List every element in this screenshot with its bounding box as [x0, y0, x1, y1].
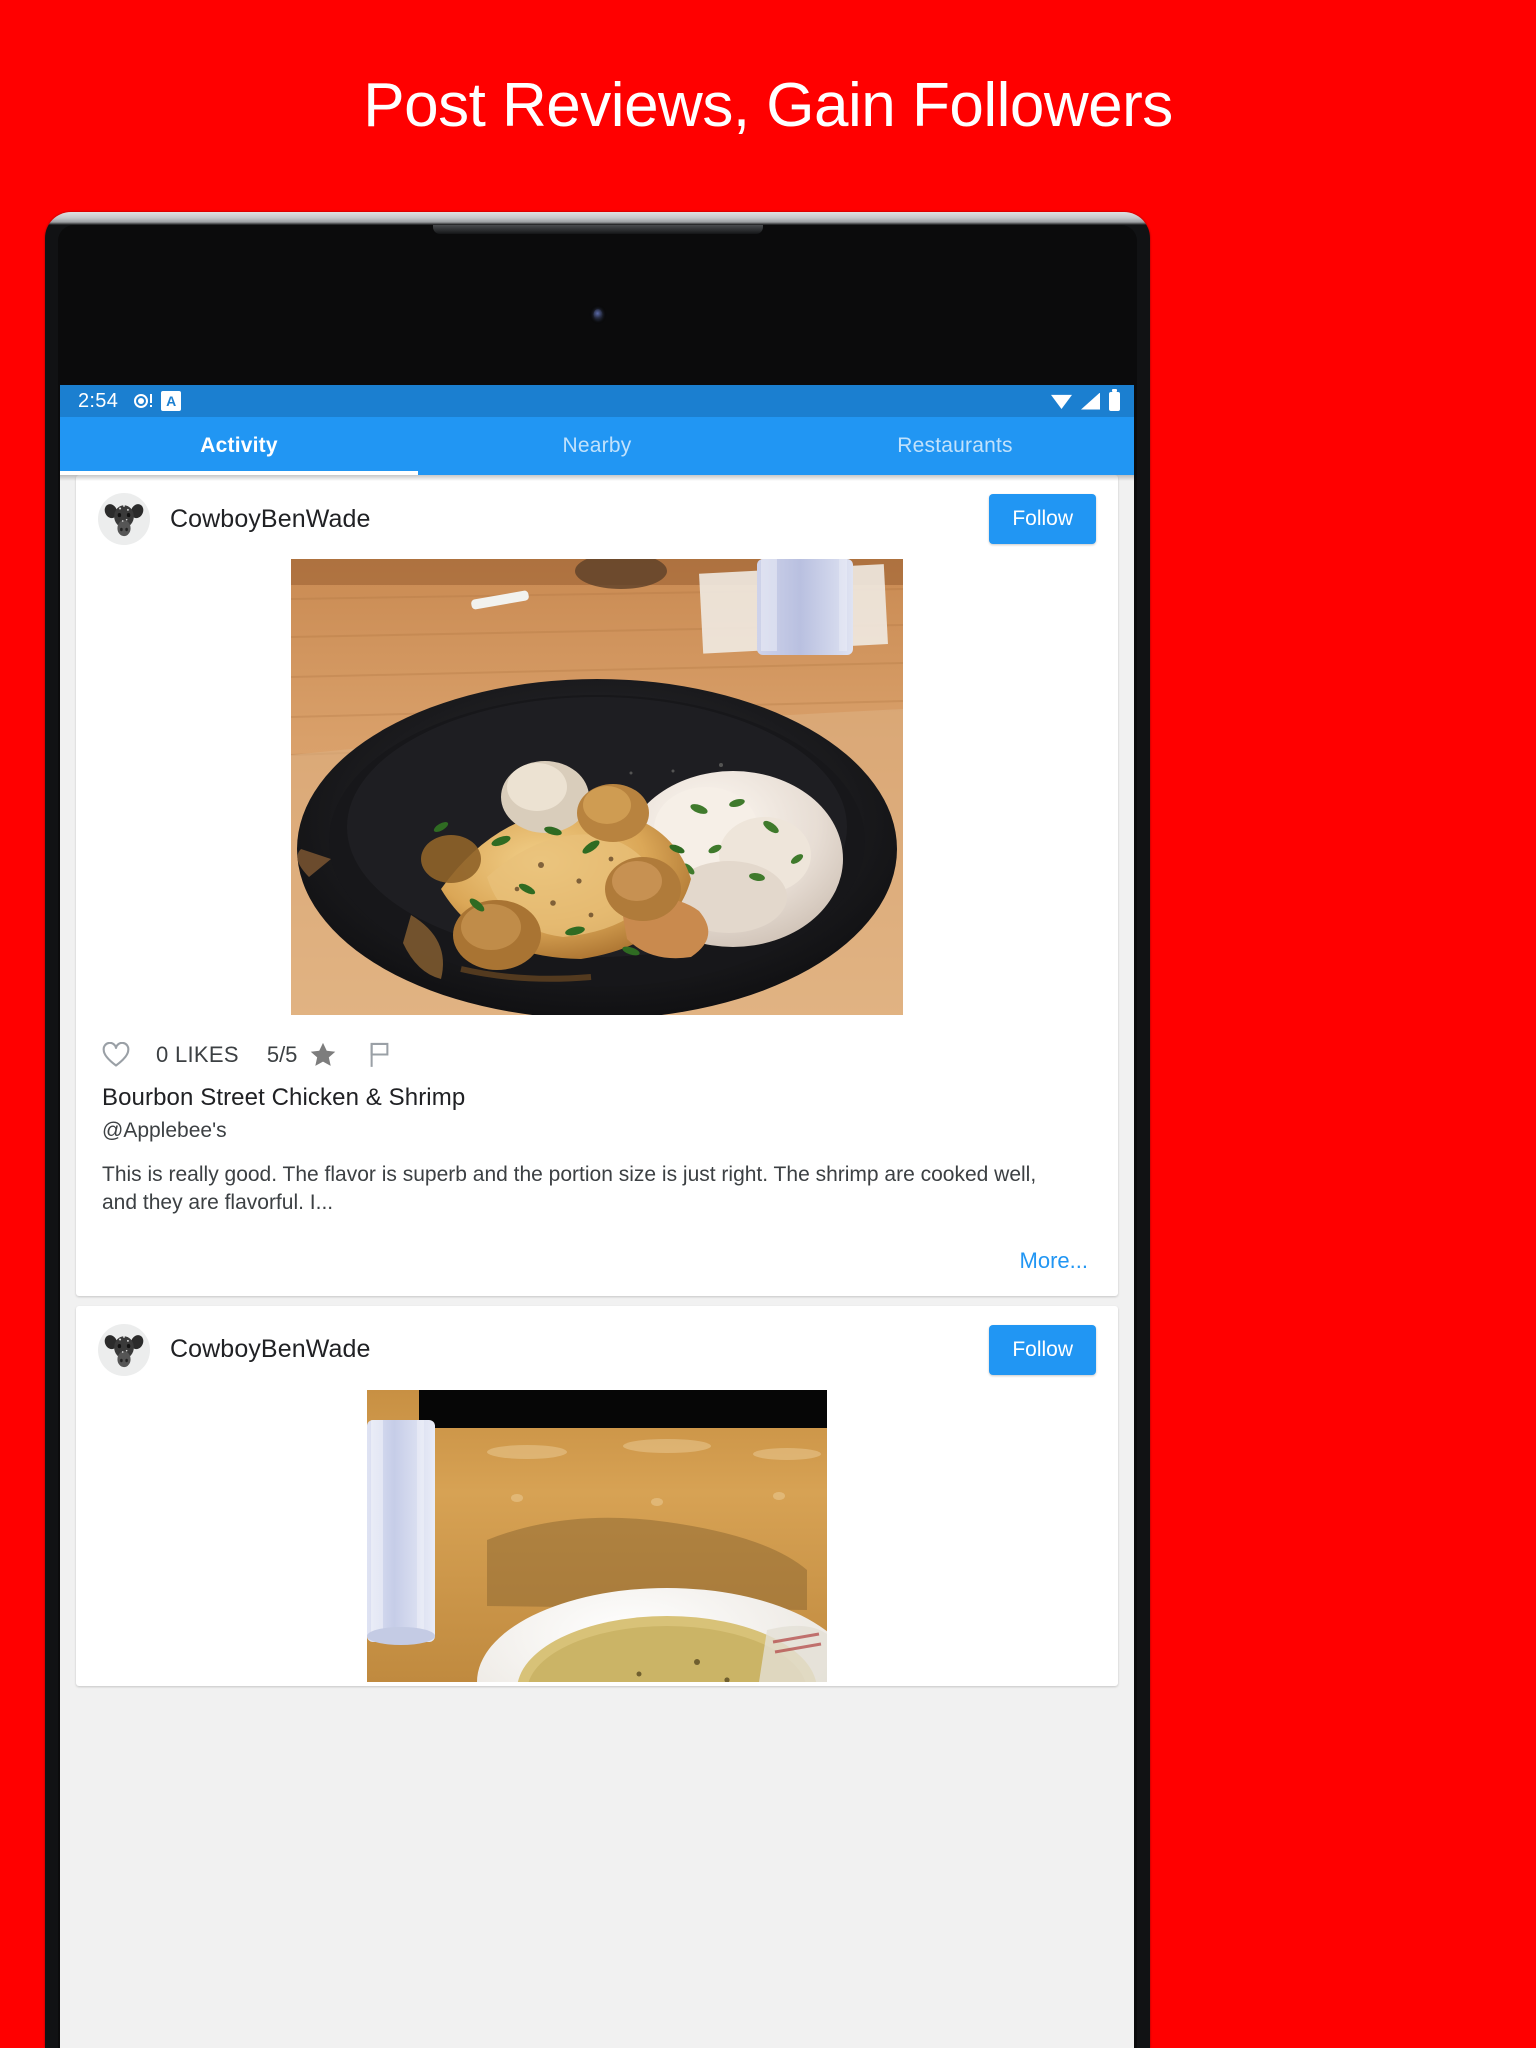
- cow-head-icon: [104, 504, 144, 537]
- tab-bar: Activity Nearby Restaurants: [60, 417, 1134, 475]
- post-header: CowboyBenWade Follow: [76, 1306, 1118, 1390]
- post-photo[interactable]: [367, 1389, 827, 1682]
- more-row: More...: [76, 1218, 1118, 1296]
- review-title: Bourbon Street Chicken & Shrimp: [102, 1084, 466, 1111]
- cow-head-icon: [104, 1334, 144, 1367]
- status-bar-right-icons: [1051, 388, 1120, 411]
- avatar[interactable]: [98, 1323, 150, 1376]
- post-username[interactable]: CowboyBenWade: [170, 1335, 370, 1364]
- avatar[interactable]: [98, 493, 150, 545]
- app-screen: 2:54 A Activity Nearby Restaurants Cowbo…: [60, 385, 1134, 2048]
- post-photo-container: [76, 559, 1118, 1019]
- tablet-device-frame: 2:54 A Activity Nearby Restaurants Cowbo…: [45, 212, 1150, 2048]
- status-bar-left-icons: A: [132, 391, 182, 411]
- page-title: Post Reviews, Gain Followers: [363, 70, 1173, 140]
- tab-restaurants[interactable]: Restaurants: [776, 417, 1134, 475]
- signal-icon: [1081, 392, 1100, 410]
- review-body: This is really good. The flavor is super…: [102, 1163, 1037, 1215]
- review-place: @Applebee's: [102, 1119, 227, 1142]
- activity-feed[interactable]: CowboyBenWade Follow 0 LIKES 5/5 Bourbon…: [60, 475, 1134, 2048]
- tab-nearby[interactable]: Nearby: [418, 417, 776, 475]
- rating-star-icon[interactable]: [309, 1041, 337, 1068]
- tab-activity[interactable]: Activity: [60, 417, 418, 475]
- report-flag-icon[interactable]: [367, 1041, 392, 1068]
- feed-post: CowboyBenWade Follow: [76, 475, 1118, 1296]
- post-header: CowboyBenWade Follow: [76, 475, 1118, 559]
- tablet-bezel: 2:54 A Activity Nearby Restaurants Cowbo…: [58, 225, 1137, 2048]
- more-link[interactable]: More...: [1020, 1248, 1088, 1274]
- follow-button[interactable]: Follow: [989, 1324, 1096, 1375]
- post-photo[interactable]: [291, 559, 903, 1015]
- status-bar: 2:54 A: [60, 385, 1134, 417]
- post-username[interactable]: CowboyBenWade: [170, 505, 370, 534]
- post-actions: 0 LIKES 5/5: [76, 1019, 1118, 1076]
- a-badge-icon: A: [161, 391, 182, 411]
- rating-value: 5/5: [266, 1041, 298, 1067]
- post-photo-container: [76, 1389, 1118, 1686]
- like-count: 0 LIKES: [156, 1041, 239, 1067]
- feed-post: CowboyBenWade Follow: [76, 1305, 1118, 1686]
- like-heart-icon[interactable]: [102, 1041, 130, 1068]
- wifi-icon: [1051, 394, 1072, 409]
- speaker-notch: [432, 225, 763, 234]
- battery-icon: [1109, 388, 1120, 411]
- status-bar-time: 2:54: [78, 389, 119, 412]
- follow-button[interactable]: Follow: [989, 494, 1096, 544]
- alarm-icon: [132, 392, 153, 411]
- front-camera-icon: [593, 309, 602, 320]
